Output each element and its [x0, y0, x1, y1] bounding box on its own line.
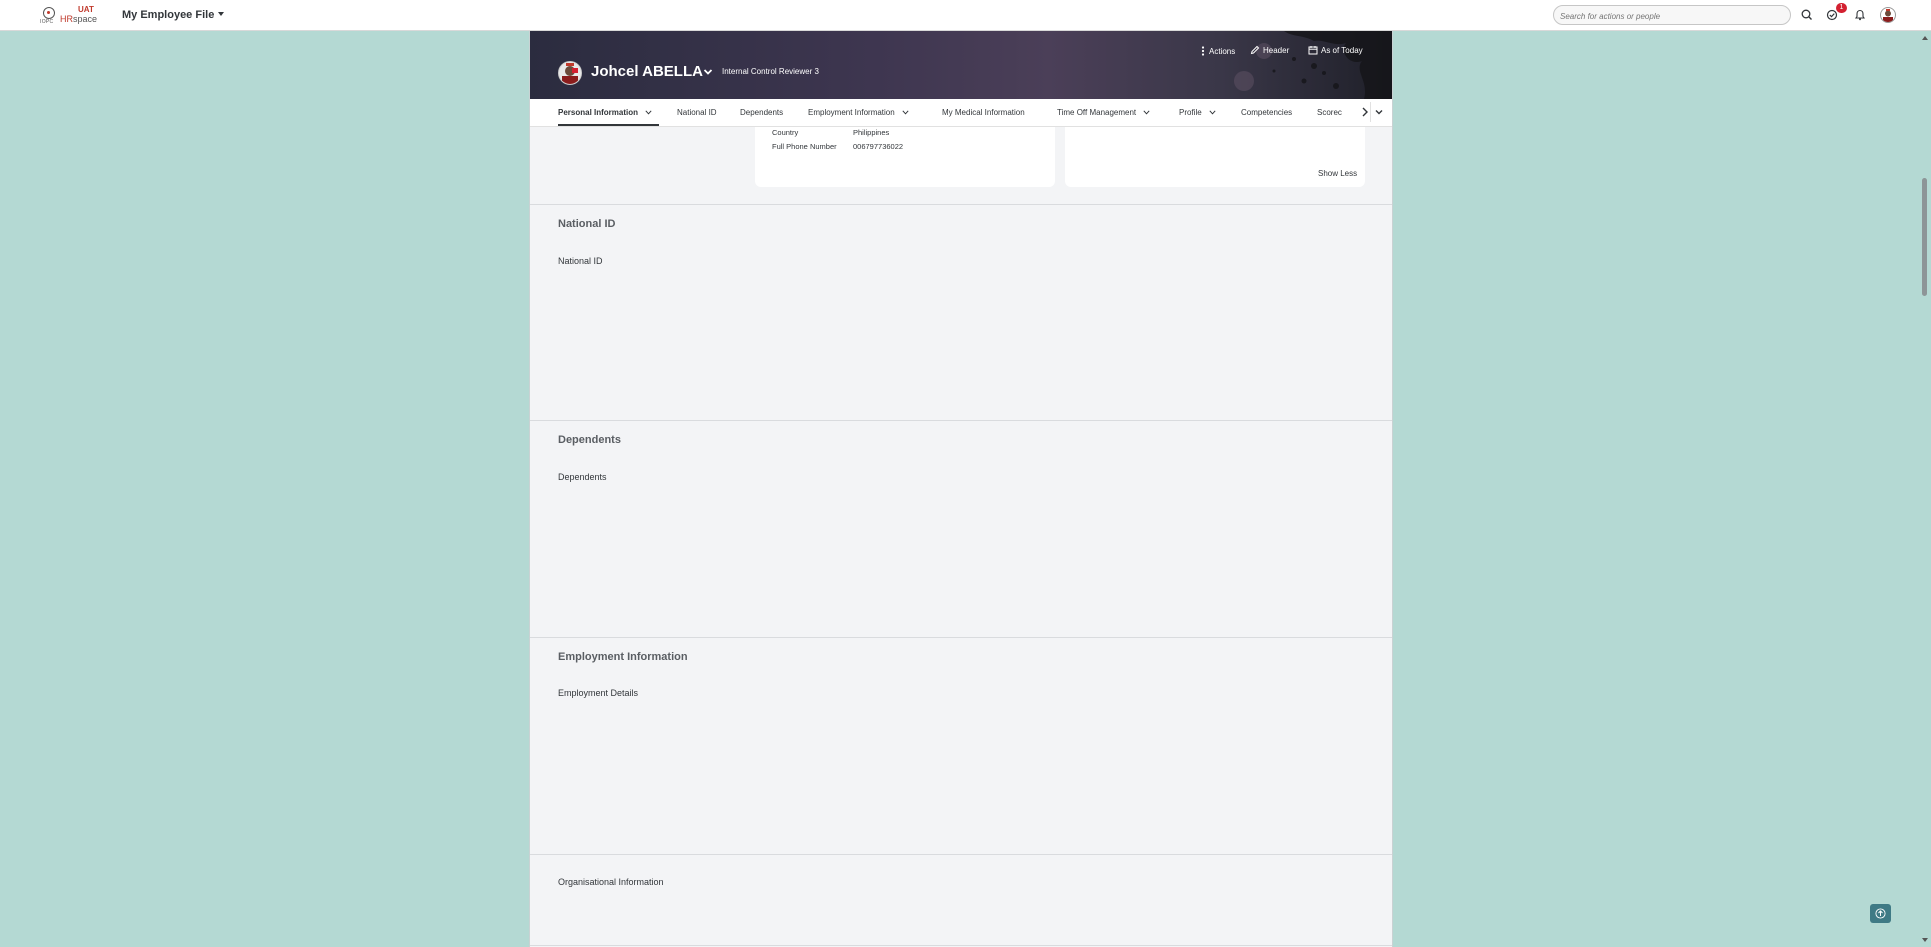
tab-profile[interactable]: Profile [1179, 108, 1216, 117]
calendar-icon [1308, 46, 1318, 55]
as-of-date-button[interactable]: As of Today [1308, 45, 1363, 55]
as-of-date-label: As of Today [1321, 45, 1363, 55]
active-tab-indicator [558, 124, 659, 126]
phone-value: 006797736022 [853, 142, 904, 151]
organisational-information-subsection: Organisational Information [558, 877, 664, 887]
tab-dependents[interactable]: Dependents [740, 108, 783, 117]
logo-seal-icon [43, 7, 55, 19]
tab-overflow-button[interactable] [1370, 102, 1387, 122]
chevron-down-icon[interactable] [1143, 110, 1150, 115]
employment-information-section-title: Employment Information [558, 651, 688, 663]
header-background-foliage [1234, 31, 1392, 99]
section-divider [530, 420, 1392, 421]
global-search-field[interactable] [1553, 5, 1791, 26]
scrollbar-thumb[interactable] [1922, 178, 1927, 296]
notification-count-badge: 1 [1836, 3, 1847, 13]
section-divider [530, 204, 1392, 205]
section-divider [530, 637, 1392, 638]
scroll-down-arrow-icon[interactable] [1922, 938, 1928, 942]
page-bottom-border [530, 945, 1392, 946]
logo-org-text: IOPC [40, 19, 54, 25]
tab-scorecard[interactable]: Scorec [1317, 108, 1342, 117]
employee-switch-chevron-icon[interactable] [703, 68, 713, 76]
section-divider [530, 854, 1392, 855]
dependents-section-title: Dependents [558, 434, 621, 446]
chevron-down-icon[interactable] [645, 110, 652, 115]
page-scrollbar[interactable] [1919, 31, 1931, 947]
user-photo-icon [1883, 9, 1893, 22]
tab-national-id[interactable]: National ID [677, 108, 717, 117]
contact-info-card: Country Philippines Full Phone Number 00… [755, 127, 1055, 187]
actions-label: Actions [1209, 46, 1236, 56]
more-vertical-icon [1201, 46, 1205, 56]
shell-bar: IOPC UAT HRspace My Employee File 1 [0, 0, 1931, 31]
national-id-subsection: National ID [558, 256, 603, 266]
chevron-down-icon [1375, 110, 1383, 115]
header-edit-button[interactable]: Header [1250, 45, 1289, 55]
tab-my-medical-information[interactable]: My Medical Information [942, 108, 1025, 117]
actions-button[interactable]: Actions [1200, 45, 1235, 57]
search-input[interactable] [1554, 7, 1780, 26]
arrow-up-icon [1875, 908, 1886, 919]
header-edit-label: Header [1263, 45, 1290, 55]
user-avatar[interactable] [1880, 7, 1896, 23]
employment-details-subsection: Employment Details [558, 688, 639, 698]
app-title-menu[interactable]: My Employee File [122, 9, 225, 21]
tab-employment-information[interactable]: Employment Information [808, 108, 909, 117]
tab-competencies[interactable]: Competencies [1241, 108, 1292, 117]
bell-icon[interactable] [1853, 8, 1867, 22]
pencil-icon [1250, 45, 1260, 55]
section-tab-bar: Personal Information National ID Depende… [530, 99, 1392, 127]
employee-file-page: Johcel ABELLA Internal Control Reviewer … [529, 31, 1393, 947]
company-logo[interactable]: IOPC UAT HRspace [40, 5, 98, 27]
show-less-link[interactable]: Show Less [1318, 169, 1357, 178]
search-icon[interactable] [1800, 8, 1814, 22]
chevron-down-icon[interactable] [1209, 110, 1216, 115]
country-value: Philippines [853, 128, 890, 137]
contact-info-card-secondary [1065, 127, 1365, 187]
chevron-down-icon[interactable] [902, 110, 909, 115]
employee-photo-icon [562, 63, 578, 84]
employee-header-banner: Johcel ABELLA Internal Control Reviewer … [530, 31, 1392, 99]
dependents-subsection: Dependents [558, 472, 607, 482]
tab-time-off-management[interactable]: Time Off Management [1057, 108, 1150, 117]
scroll-up-arrow-icon[interactable] [1922, 36, 1928, 40]
employee-name: Johcel ABELLA [591, 63, 703, 80]
employee-job-title: Internal Control Reviewer 3 [722, 67, 819, 76]
brand-name: HRspace [60, 14, 98, 24]
phone-label: Full Phone Number [772, 142, 837, 151]
national-id-section-title: National ID [558, 218, 616, 230]
tab-personal-information[interactable]: Personal Information [558, 108, 652, 117]
back-to-top-button[interactable] [1870, 904, 1891, 923]
app-title: My Employee File [122, 9, 215, 21]
country-label: Country [772, 128, 799, 137]
caret-down-icon [218, 12, 225, 16]
environment-label: UAT [78, 5, 94, 14]
employee-photo[interactable] [558, 61, 582, 85]
